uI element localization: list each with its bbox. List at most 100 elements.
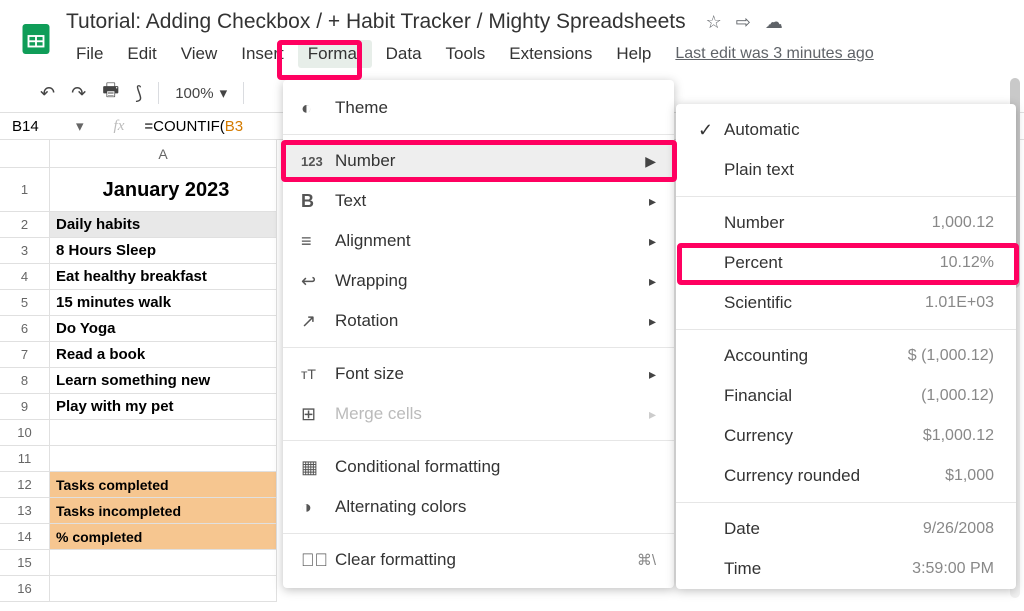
cell-A11[interactable]: [50, 446, 277, 472]
cell-A16[interactable]: [50, 576, 277, 602]
row-header[interactable]: 9: [0, 394, 50, 420]
row-header[interactable]: 2: [0, 212, 50, 238]
row-header[interactable]: 11: [0, 446, 50, 472]
move-folder-icon[interactable]: ⇨: [736, 12, 751, 33]
number-plain-text[interactable]: Plain text: [676, 150, 1016, 190]
number-percent[interactable]: Percent 10.12%: [676, 243, 1016, 283]
star-icon[interactable]: ☆: [706, 12, 722, 33]
cell-A6[interactable]: Do Yoga: [50, 316, 277, 342]
menubar: File Edit View Insert Format Data Tools …: [66, 40, 1008, 68]
last-edit[interactable]: Last edit was 3 minutes ago: [675, 45, 873, 63]
cell-A4[interactable]: Eat healthy breakfast: [50, 264, 277, 290]
row-header[interactable]: 12: [0, 472, 50, 498]
check-icon: ✓: [698, 120, 724, 141]
undo-icon[interactable]: ↶: [40, 83, 55, 104]
name-box-dropdown-icon[interactable]: ▾: [76, 117, 84, 135]
row-header[interactable]: 1: [0, 168, 50, 212]
number-currency[interactable]: Currency $1,000.12: [676, 416, 1016, 456]
row-header[interactable]: 13: [0, 498, 50, 524]
zoom-select[interactable]: 100% ▾: [175, 84, 227, 102]
number-submenu: ✓ Automatic Plain text Number 1,000.12 P…: [676, 104, 1016, 589]
paint-format-icon[interactable]: ⟆: [135, 83, 142, 104]
formula-bar[interactable]: =COUNTIF(B3: [144, 118, 243, 135]
menu-item-label: Conditional formatting: [335, 457, 500, 477]
conditional-format-icon: ▦: [301, 457, 335, 478]
number-date[interactable]: Date 9/26/2008: [676, 509, 1016, 549]
menu-tools[interactable]: Tools: [436, 40, 496, 68]
row-header[interactable]: 3: [0, 238, 50, 264]
cell-A5[interactable]: 15 minutes walk: [50, 290, 277, 316]
formula-range: B3: [225, 118, 243, 135]
number-automatic[interactable]: ✓ Automatic: [676, 110, 1016, 150]
menu-file[interactable]: File: [66, 40, 113, 68]
menu-alignment[interactable]: ≡ Alignment ▸: [283, 221, 674, 261]
menu-rotation[interactable]: ↗ Rotation ▸: [283, 301, 674, 341]
fx-icon: fx: [114, 118, 125, 135]
number-scientific[interactable]: Scientific 1.01E+03: [676, 283, 1016, 323]
menu-item-label: Alternating colors: [335, 497, 466, 517]
separator: [676, 196, 1016, 197]
menu-data[interactable]: Data: [376, 40, 432, 68]
sample: (1,000.12): [921, 387, 994, 405]
row-header[interactable]: 16: [0, 576, 50, 602]
row-header[interactable]: 5: [0, 290, 50, 316]
menu-view[interactable]: View: [171, 40, 228, 68]
print-icon[interactable]: 🖶: [102, 78, 119, 108]
row-header[interactable]: 15: [0, 550, 50, 576]
cell-A12[interactable]: Tasks completed: [50, 472, 277, 498]
cloud-icon[interactable]: ☁: [765, 12, 783, 33]
menu-item-label: Clear formatting: [335, 550, 456, 570]
menu-theme[interactable]: ◐ Theme: [283, 88, 674, 128]
menu-font-size[interactable]: тT Font size ▸: [283, 354, 674, 394]
cell-A2[interactable]: Daily habits: [50, 212, 277, 238]
cell-A15[interactable]: [50, 550, 277, 576]
merge-icon: ⊞: [301, 404, 335, 425]
align-icon: ≡: [301, 231, 335, 252]
theme-icon: ◐: [301, 98, 335, 119]
menu-help[interactable]: Help: [606, 40, 661, 68]
number-time[interactable]: Time 3:59:00 PM: [676, 549, 1016, 589]
row-header[interactable]: 8: [0, 368, 50, 394]
menu-number[interactable]: 123 Number ▶: [283, 141, 674, 181]
cell-A7[interactable]: Read a book: [50, 342, 277, 368]
number-icon: 123: [301, 154, 335, 169]
doc-title[interactable]: Tutorial: Adding Checkbox / + Habit Trac…: [66, 10, 686, 34]
menu-alternating-colors[interactable]: ◑ Alternating colors: [283, 487, 674, 527]
menu-item-label: Currency: [724, 426, 793, 446]
submenu-arrow-icon: ▸: [649, 313, 656, 330]
number-accounting[interactable]: Accounting $ (1,000.12): [676, 336, 1016, 376]
redo-icon[interactable]: ↷: [71, 83, 86, 104]
cell-A8[interactable]: Learn something new: [50, 368, 277, 394]
cell-A10[interactable]: [50, 420, 277, 446]
menu-clear-formatting[interactable]: 𝕋⃠ Clear formatting ⌘\: [283, 540, 674, 580]
menu-insert[interactable]: Insert: [231, 40, 294, 68]
menu-extensions[interactable]: Extensions: [499, 40, 602, 68]
menu-conditional-formatting[interactable]: ▦ Conditional formatting: [283, 447, 674, 487]
submenu-arrow-icon: ▸: [649, 193, 656, 210]
name-box[interactable]: B14: [6, 118, 76, 135]
menu-text[interactable]: B Text ▸: [283, 181, 674, 221]
row-header[interactable]: 6: [0, 316, 50, 342]
number-number[interactable]: Number 1,000.12: [676, 203, 1016, 243]
menu-edit[interactable]: Edit: [117, 40, 166, 68]
cell-A1[interactable]: January 2023: [50, 168, 277, 212]
menu-item-label: Number: [335, 151, 395, 171]
menu-wrapping[interactable]: ↩ Wrapping ▸: [283, 261, 674, 301]
cell-A13[interactable]: Tasks incompleted: [50, 498, 277, 524]
row-header[interactable]: 10: [0, 420, 50, 446]
menu-format[interactable]: Format: [298, 40, 372, 68]
select-all-cell[interactable]: [0, 140, 50, 168]
number-currency-rounded[interactable]: Currency rounded $1,000: [676, 456, 1016, 496]
row-header[interactable]: 4: [0, 264, 50, 290]
menu-item-label: Scientific: [724, 293, 792, 313]
sheets-logo[interactable]: [16, 19, 56, 59]
cell-A3[interactable]: 8 Hours Sleep: [50, 238, 277, 264]
menu-item-label: Accounting: [724, 346, 808, 366]
cell-A14[interactable]: % completed: [50, 524, 277, 550]
separator: [676, 502, 1016, 503]
number-financial[interactable]: Financial (1,000.12): [676, 376, 1016, 416]
row-header[interactable]: 7: [0, 342, 50, 368]
row-header[interactable]: 14: [0, 524, 50, 550]
column-header-A[interactable]: A: [50, 140, 277, 168]
cell-A9[interactable]: Play with my pet: [50, 394, 277, 420]
